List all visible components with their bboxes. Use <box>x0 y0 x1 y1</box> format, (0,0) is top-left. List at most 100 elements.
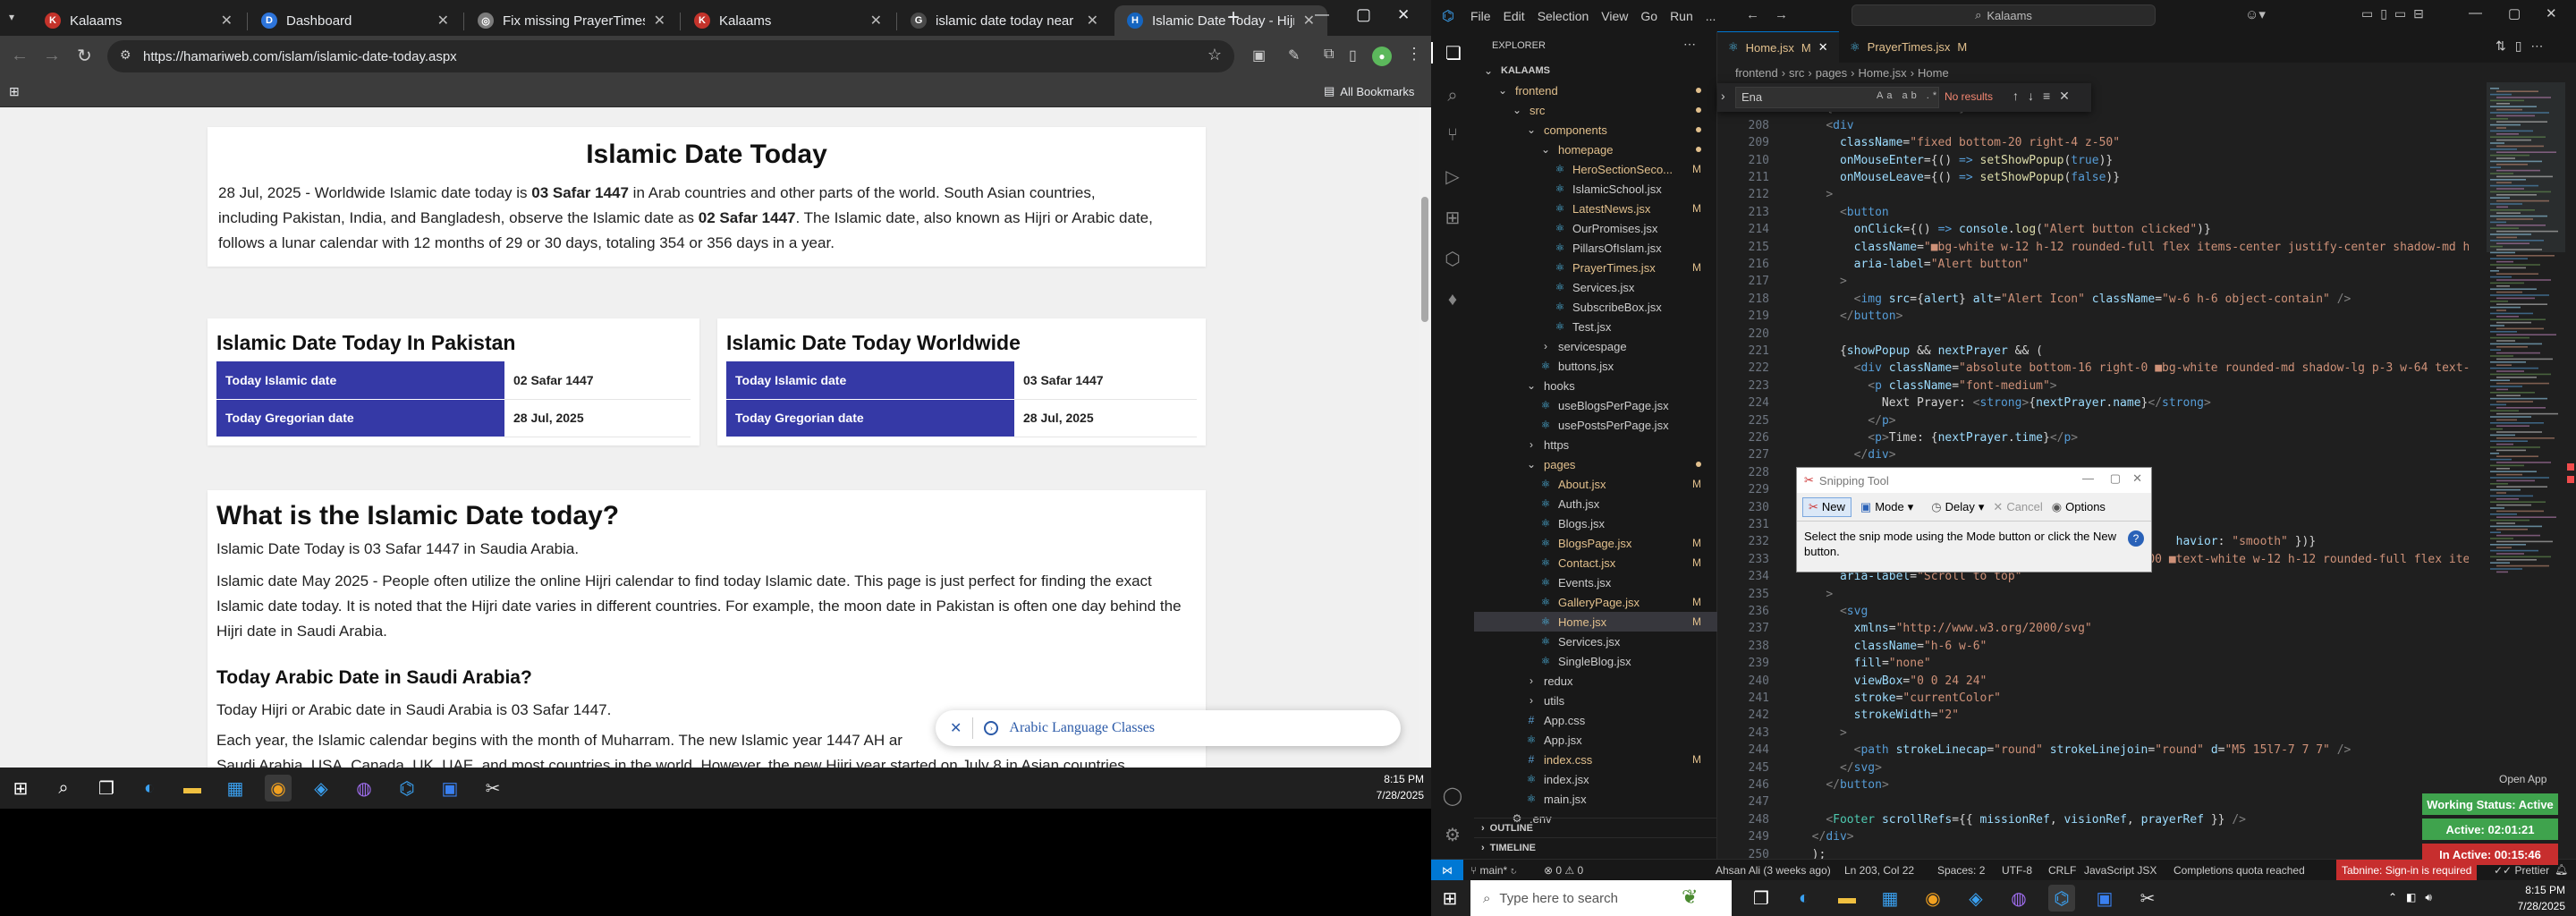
browser-tab[interactable]: K Kalaams ✕ <box>682 5 894 36</box>
browser-tab[interactable]: ◎ Fix missing PrayerTimes con ✕ <box>465 5 678 36</box>
find-nav-icons[interactable]: ↑↓≡✕ <box>2012 89 2079 104</box>
menu-item[interactable]: Edit <box>1504 9 1525 23</box>
breadcrumb-item[interactable]: frontend <box>1735 66 1778 80</box>
breadcrumb-item[interactable]: pages <box>1816 66 1847 80</box>
snipping-minimize[interactable]: — <box>2082 471 2094 485</box>
vscode-minimize[interactable]: — <box>2469 5 2482 21</box>
nav-forward-icon[interactable]: → <box>1775 7 1788 22</box>
breadcrumb-item[interactable]: Home.jsx <box>1859 66 1907 80</box>
code-line[interactable]: 213 <button <box>1717 204 2469 221</box>
maximize-button[interactable]: ▢ <box>1356 5 1371 24</box>
edge-icon[interactable]: ◐ <box>1791 885 1818 912</box>
explorer-more-icon[interactable]: ⋯ <box>1683 37 1696 52</box>
github-icon[interactable]: ◍ <box>351 775 377 802</box>
cursor-position[interactable]: Ln 203, Col 22 <box>1844 864 1914 877</box>
puzzle-icon[interactable]: ⧉ <box>1324 47 1334 63</box>
source-control-icon[interactable]: ⑂ <box>1442 124 1463 146</box>
breadcrumb-item[interactable]: Home <box>1918 66 1949 80</box>
back-icon[interactable]: ← <box>11 46 29 66</box>
remote-indicator[interactable]: ⋈ <box>1431 860 1463 880</box>
tree-folder[interactable]: ⌄ KALAAMS <box>1474 61 1717 81</box>
search-icon[interactable]: ⌕ <box>1442 85 1463 106</box>
extension-icon[interactable]: ▣ <box>1252 47 1266 64</box>
tree-file[interactable]: ⚛ index.jsx <box>1474 769 1717 789</box>
nav-back-icon[interactable]: ← <box>1746 7 1759 22</box>
code-line[interactable]: 220 <box>1717 326 2469 343</box>
code-line[interactable]: 211 onMouseLeave={() => setShowPopup(fal… <box>1717 169 2469 186</box>
tree-file[interactable]: ⚛ Services.jsx <box>1474 277 1717 297</box>
tree-file[interactable]: ⚛ App.jsx <box>1474 730 1717 750</box>
problems-status[interactable]: ⊗ 0 ⚠ 0 <box>1544 864 1583 877</box>
tree-folder[interactable]: ⌄ hooks <box>1474 376 1717 395</box>
help-icon[interactable]: ? <box>2128 530 2144 547</box>
code-line[interactable]: 238 className="h-6 w-6" <box>1717 638 2469 655</box>
tab-close-icon[interactable]: ✕ <box>1303 12 1315 30</box>
tree-folder[interactable]: ⌄ homepage <box>1474 140 1717 159</box>
editor-tab[interactable]: ⚛ Home.jsx M ✕ <box>1717 31 1839 63</box>
find-options-icons[interactable]: Aa ab .* <box>1877 90 1940 101</box>
editor-tab[interactable]: ⚛ PrayerTimes.jsx M <box>1839 31 1986 63</box>
edge-icon[interactable]: ◐ <box>136 775 163 802</box>
tree-file[interactable]: ⚛ main.jsx <box>1474 789 1717 809</box>
editor-scrollbar[interactable] <box>2565 82 2576 859</box>
tree-file[interactable]: ⚛ Test.jsx <box>1474 317 1717 336</box>
indentation[interactable]: Spaces: 2 <box>1937 864 1985 877</box>
clock-right[interactable]: 8:15 PM 7/28/2025 <box>2483 882 2565 914</box>
app-icon-1[interactable]: ◈ <box>1962 885 1989 912</box>
code-line[interactable]: 217 > <box>1717 273 2469 290</box>
ad-banner[interactable]: ✕ › Arabic Language Classes <box>936 710 1401 746</box>
copilot-status[interactable]: Completions quota reached <box>2174 864 2305 877</box>
tray-icons[interactable]: ⌃◧🔊︎ <box>2388 891 2441 904</box>
ad-close-icon[interactable]: ✕ <box>950 719 962 737</box>
task-view-icon[interactable]: ❐ <box>93 775 120 802</box>
tree-file[interactable]: # index.css M <box>1474 750 1717 769</box>
snipping-delay-button[interactable]: ◷ Delay ▾ <box>1931 500 1984 514</box>
code-line[interactable]: 221 {showPopup && nextPrayer && ( <box>1717 343 2469 360</box>
site-info-icon[interactable]: ⚙ <box>120 47 131 63</box>
vscode-icon[interactable]: ⌬ <box>2048 885 2075 912</box>
tab-search-icon[interactable]: ▾ <box>9 11 23 25</box>
scroll-thumb[interactable] <box>1421 197 1428 322</box>
menu-icon[interactable]: ⋮ <box>1406 45 1422 64</box>
tree-file[interactable]: ⚛ GalleryPage.jsx M <box>1474 592 1717 612</box>
code-line[interactable]: 209 className="fixed bottom-20 right-4 z… <box>1717 134 2469 151</box>
encoding[interactable]: UTF-8 <box>2002 864 2032 877</box>
github-icon[interactable]: ◍ <box>2005 885 2032 912</box>
tree-file[interactable]: ⚛ OurPromises.jsx <box>1474 218 1717 238</box>
code-line[interactable]: 247 <box>1717 793 2469 810</box>
snipping-options-button[interactable]: ◉ Options <box>2052 500 2106 514</box>
copilot-icon[interactable]: ☺▾ <box>2245 6 2266 22</box>
menu-item[interactable]: ... <box>1706 9 1716 23</box>
notifications-icon[interactable]: 🔔︎ <box>2555 863 2568 876</box>
code-line[interactable]: 222 <div className="absolute bottom-16 r… <box>1717 360 2469 377</box>
menu-item[interactable]: Selection <box>1538 9 1589 23</box>
snipping-new-button[interactable]: ✂ New <box>1802 496 1852 517</box>
minimap[interactable] <box>2487 82 2576 859</box>
reload-icon[interactable]: ↻ <box>77 45 92 67</box>
tab-close-icon[interactable]: ✕ <box>870 12 882 30</box>
code-line[interactable]: 214 onClick={() => console.log("Alert bu… <box>1717 221 2469 238</box>
tree-folder[interactable]: ⌄ pages <box>1474 454 1717 474</box>
taskbar-search[interactable]: ⌕ Type here to search ❦ <box>1470 880 1732 916</box>
code-line[interactable]: 223 <p className="font-medium"> <box>1717 377 2469 394</box>
tree-file[interactable]: # App.css <box>1474 710 1717 730</box>
store-icon[interactable]: ▦ <box>1877 885 1903 912</box>
vscode-close[interactable]: ✕ <box>2546 5 2557 21</box>
search-icon[interactable]: ⌕ <box>50 775 77 802</box>
ad-label[interactable]: Arabic Language Classes <box>1009 720 1155 736</box>
code-line[interactable]: 245 </svg> <box>1717 759 2469 776</box>
editor-tab-close-icon[interactable]: ✕ <box>1818 40 1828 55</box>
manage-gear-icon[interactable]: ⚙ <box>1442 824 1463 845</box>
tree-file[interactable]: ⚛ PrayerTimes.jsx M <box>1474 258 1717 277</box>
file-explorer-icon[interactable]: ▬ <box>179 775 206 802</box>
editor-actions[interactable]: ⇅▯⋯ <box>2496 38 2552 54</box>
snipping-maximize[interactable]: ▢ <box>2110 471 2121 486</box>
menu-item[interactable]: Run <box>1670 9 1693 23</box>
address-bar[interactable]: ⚙ https://hamariweb.com/islam/islamic-da… <box>107 40 1234 72</box>
code-line[interactable]: 218 <img src={alert} alt="Alert Icon" cl… <box>1717 291 2469 308</box>
layout-icons[interactable]: ▭▯▭⊟ <box>2361 6 2431 21</box>
browser-tab[interactable]: Gislamic date today near raw ✕ <box>898 5 1111 36</box>
tab-close-icon[interactable]: ✕ <box>437 12 449 30</box>
account-icon[interactable]: ◯ <box>1442 785 1463 806</box>
branch-status[interactable]: ⑂ main* ↻ <box>1470 864 1517 877</box>
